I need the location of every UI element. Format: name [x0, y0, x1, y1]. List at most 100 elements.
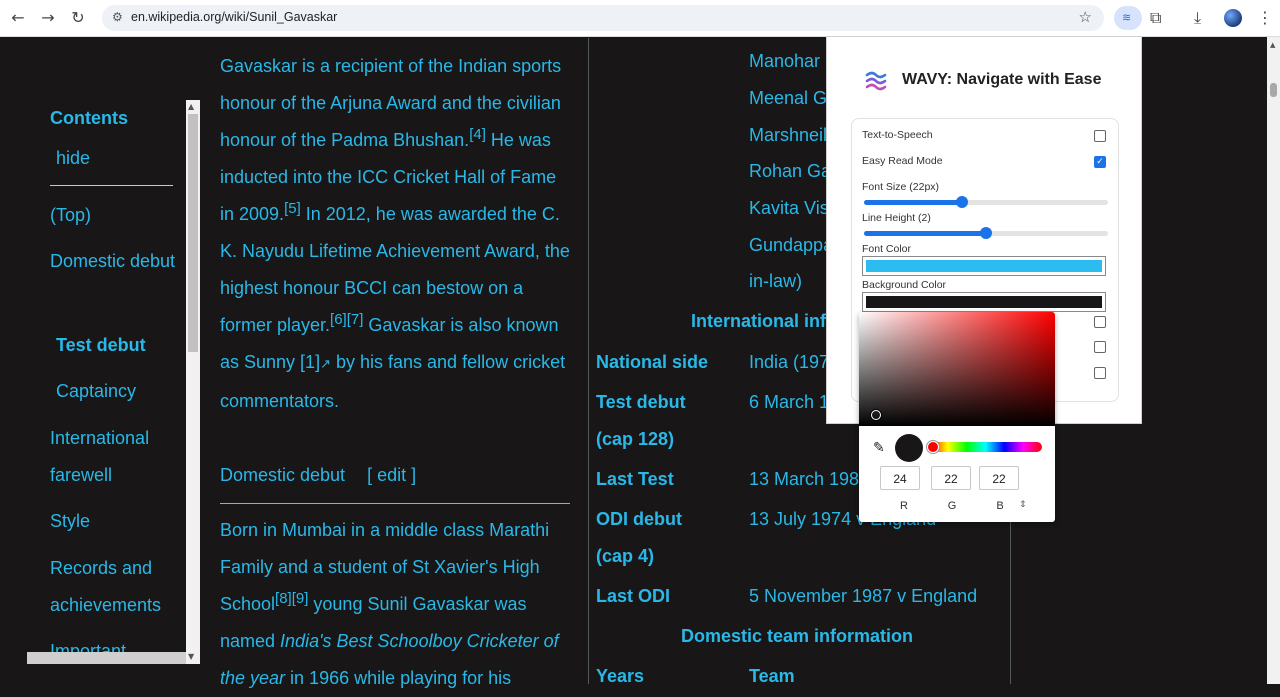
- line-height-label: Line Height (2): [862, 212, 931, 224]
- paragraph: Gavaskar is a recipient of the Indian sp…: [220, 48, 575, 420]
- infobox-label-sub: (cap 128): [596, 429, 675, 449]
- slider-handle[interactable]: [980, 227, 992, 239]
- reference-link[interactable]: [6][7]: [330, 311, 363, 328]
- table-of-contents: Contents hide (Top) Domestic debut Test …: [27, 100, 200, 664]
- infobox-label: National side: [596, 352, 709, 372]
- blue-label: B: [996, 500, 1004, 512]
- infobox-value[interactable]: 6 March 1: [749, 392, 829, 413]
- easy-read-checkbox[interactable]: ✓: [1094, 156, 1106, 168]
- infobox-section-heading: Domestic team information: [681, 626, 914, 646]
- format-toggle-icon[interactable]: ⇕: [1019, 500, 1027, 510]
- bookmark-star-icon[interactable]: ☆: [1079, 8, 1092, 26]
- address-bar[interactable]: ⚙ en.wikipedia.org/wiki/Sunil_Gavaskar ☆: [102, 5, 1104, 31]
- green-input[interactable]: 22: [931, 466, 971, 490]
- toc-item-records[interactable]: Records and achievements: [50, 550, 180, 624]
- scroll-up-icon[interactable]: ▲: [188, 102, 194, 111]
- slider-fill: [864, 231, 986, 236]
- relative-link[interactable]: Gundappa: [749, 235, 833, 256]
- reference-link[interactable]: [5]: [284, 200, 301, 217]
- article-body-2: Born in Mumbai in a middle class Marathi…: [220, 512, 575, 697]
- text-to-speech-label: Text-to-Speech: [862, 129, 933, 141]
- infobox-label[interactable]: Last Test: [596, 469, 674, 490]
- url-text[interactable]: en.wikipedia.org/wiki/Sunil_Gavaskar: [131, 10, 337, 24]
- background-color-label: Background Color: [862, 279, 947, 291]
- red-input[interactable]: 24: [880, 466, 920, 490]
- wave-icon: ≋: [1122, 11, 1132, 24]
- toc-item-international-farewell[interactable]: International farewell: [50, 420, 180, 494]
- color-picker: ✎ 24 22 22 R G B ⇕: [859, 312, 1055, 522]
- scroll-up-icon[interactable]: ▲: [1270, 41, 1275, 49]
- toc-item-domestic-debut[interactable]: Domestic debut: [50, 243, 180, 280]
- infobox-section-heading: International inf: [691, 311, 826, 331]
- paragraph: Born in Mumbai in a middle class Marathi…: [220, 512, 575, 697]
- reference-link[interactable]: [4]: [469, 126, 486, 143]
- toc-item-style[interactable]: Style: [50, 503, 180, 540]
- toc-hide-link[interactable]: hide: [56, 148, 90, 169]
- line-height-slider[interactable]: [864, 227, 1108, 239]
- article-body: Gavaskar is a recipient of the Indian sp…: [220, 48, 575, 420]
- wave-logo-icon: [865, 71, 887, 91]
- infobox-value[interactable]: 5 November 1987 v England: [749, 586, 977, 607]
- relative-link[interactable]: Marshneil: [749, 125, 827, 146]
- browser-toolbar: ← → ↻ ⚙ en.wikipedia.org/wiki/Sunil_Gava…: [0, 0, 1280, 37]
- infobox-value[interactable]: 13 March 198: [749, 469, 859, 490]
- relative-link[interactable]: Kavita Vis: [749, 198, 829, 219]
- hue-slider[interactable]: [927, 441, 1042, 453]
- option-checkbox[interactable]: [1094, 367, 1106, 379]
- option-checkbox[interactable]: [1094, 341, 1106, 353]
- option-checkbox[interactable]: [1094, 316, 1106, 328]
- infobox-label-sub: (cap 4): [596, 546, 655, 566]
- font-color-label: Font Color: [862, 243, 912, 255]
- font-color-swatch: [866, 260, 1102, 272]
- page-scrollbar[interactable]: ▲: [1267, 37, 1280, 684]
- saturation-area[interactable]: [859, 312, 1055, 426]
- external-link-icon[interactable]: ↗: [320, 357, 331, 372]
- forward-icon[interactable]: →: [38, 8, 58, 28]
- font-color-input[interactable]: [862, 256, 1106, 276]
- scroll-down-icon[interactable]: ▼: [188, 652, 194, 661]
- toc-item-test-debut[interactable]: Test debut: [56, 327, 186, 364]
- eyedropper-icon[interactable]: ✎: [873, 440, 885, 456]
- text-to-speech-checkbox[interactable]: [1094, 130, 1106, 142]
- background-color-input[interactable]: [862, 292, 1106, 312]
- edit-link[interactable]: [ edit ]: [367, 465, 416, 485]
- color-preview: [895, 434, 923, 462]
- font-size-label: Font Size (22px): [862, 181, 940, 193]
- toc-scroll-thumb[interactable]: [188, 114, 198, 352]
- toc-title: Contents: [50, 108, 128, 128]
- profile-avatar[interactable]: [1224, 9, 1242, 27]
- saturation-cursor[interactable]: [871, 410, 881, 420]
- extensions-puzzle-icon[interactable]: ⧉: [1150, 8, 1161, 28]
- toc-item-captaincy[interactable]: Captaincy: [56, 373, 186, 410]
- reload-icon[interactable]: ↻: [68, 8, 88, 28]
- relative-link[interactable]: Manohar: [749, 51, 820, 72]
- wavy-extension-button[interactable]: ≋: [1114, 6, 1142, 30]
- font-size-slider[interactable]: [864, 196, 1108, 208]
- menu-icon[interactable]: ⋮: [1257, 8, 1273, 27]
- download-icon[interactable]: ⤓: [1194, 8, 1201, 28]
- infobox-border-left: [588, 38, 589, 684]
- section-heading: Domestic debut [ edit ]: [220, 465, 416, 486]
- site-info-icon[interactable]: ⚙: [112, 10, 123, 24]
- toc-item-top[interactable]: (Top): [50, 197, 180, 234]
- popup-title: WAVY: Navigate with Ease: [902, 71, 1102, 88]
- slider-handle[interactable]: [955, 196, 968, 208]
- text: in 1966 while playing for his: [285, 668, 512, 688]
- page-scroll-thumb[interactable]: [1270, 83, 1277, 97]
- infobox-label[interactable]: ODI debut: [596, 509, 682, 530]
- hue-handle[interactable]: [927, 441, 939, 453]
- infobox-label[interactable]: Last ODI: [596, 586, 670, 607]
- back-icon[interactable]: ←: [8, 8, 28, 28]
- reference-link[interactable]: [8][9]: [275, 590, 308, 607]
- infobox-label[interactable]: Test debut: [596, 392, 686, 413]
- blue-input[interactable]: 22: [979, 466, 1019, 490]
- toc-divider: [50, 185, 173, 186]
- toc-horizontal-scrollbar[interactable]: [27, 652, 186, 664]
- relative-link[interactable]: Rohan Ga: [749, 161, 831, 182]
- toc-list: Contents hide (Top) Domestic debut Test …: [27, 100, 187, 664]
- heading-divider: [220, 503, 570, 504]
- toc-scrollbar[interactable]: ▲ ▼: [186, 100, 200, 664]
- red-label: R: [900, 500, 908, 512]
- relative-link[interactable]: Meenal G: [749, 88, 827, 109]
- infobox-value[interactable]: India (197: [749, 352, 829, 373]
